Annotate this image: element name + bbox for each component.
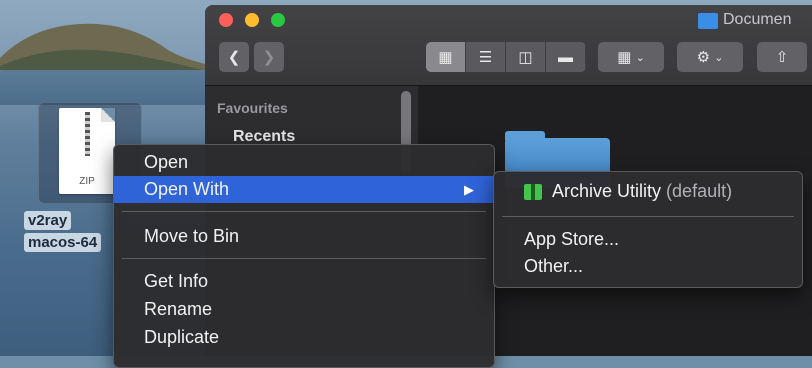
chevron-down-icon: ⌄ — [635, 51, 645, 64]
submenu-item-archive-utility[interactable]: Archive Utility (default) — [494, 178, 802, 205]
archive-utility-label: Archive Utility — [552, 181, 662, 201]
forward-button[interactable]: ❯ — [254, 42, 284, 72]
share-button[interactable]: ⇧ — [757, 42, 807, 72]
file-name-line2: macos-64 — [24, 233, 102, 252]
column-view-icon[interactable]: ◫ — [506, 42, 546, 72]
view-mode-control[interactable]: ▦ ☰ ◫ ▬ — [426, 42, 586, 72]
window-title: Documen — [723, 11, 792, 28]
gallery-view-icon[interactable]: ▬ — [546, 42, 586, 72]
archive-utility-icon — [524, 184, 542, 200]
menu-separator — [502, 216, 794, 217]
submenu-item-app-store[interactable]: App Store... — [494, 226, 802, 253]
grid-icon: ▦ — [617, 49, 632, 66]
list-view-icon[interactable]: ☰ — [466, 42, 506, 72]
chevron-left-icon: ❮ — [227, 49, 241, 66]
chevron-down-icon: ⌄ — [714, 51, 724, 64]
zipper-graphic — [85, 112, 90, 156]
menu-item-rename[interactable]: Rename — [114, 296, 494, 323]
share-icon: ⇧ — [775, 49, 789, 66]
chevron-right-icon: ❯ — [262, 49, 276, 66]
default-tag: (default) — [666, 181, 733, 201]
menu-item-duplicate[interactable]: Duplicate — [114, 324, 494, 351]
zip-badge: ZIP — [79, 176, 95, 187]
back-button[interactable]: ❮ — [219, 42, 249, 72]
folder-icon — [698, 13, 718, 29]
minimize-window-button[interactable] — [245, 13, 259, 27]
menu-item-move-to-bin[interactable]: Move to Bin — [114, 223, 494, 250]
action-button[interactable]: ⚙ ⌄ — [677, 42, 743, 72]
menu-item-open[interactable]: Open — [114, 149, 494, 176]
toolbar: Documen ❮ ❯ ▦ ☰ ◫ ▬ ▦ ⌄ ⚙ ⌄ ⇧ — [205, 5, 812, 86]
menu-separator — [122, 258, 486, 259]
zip-file-icon[interactable]: ZIP — [59, 108, 115, 194]
sidebar-section-title: Favourites — [217, 100, 288, 116]
close-window-button[interactable] — [219, 13, 233, 27]
wallpaper-water — [0, 70, 215, 105]
submenu-item-other[interactable]: Other... — [494, 253, 802, 280]
menu-item-open-with[interactable]: Open With ▶ — [114, 176, 494, 203]
icon-view-icon[interactable]: ▦ — [426, 42, 466, 72]
submenu-arrow-icon: ▶ — [464, 182, 474, 197]
group-by-button[interactable]: ▦ ⌄ — [598, 42, 664, 72]
menu-item-open-with-label: Open With — [144, 179, 230, 199]
gear-icon: ⚙ — [696, 49, 711, 66]
menu-item-get-info[interactable]: Get Info — [114, 268, 494, 295]
context-menu: Open Open With ▶ Move to Bin Get Info Re… — [113, 144, 495, 368]
open-with-submenu: Archive Utility (default) App Store... O… — [493, 171, 803, 288]
zoom-window-button[interactable] — [271, 13, 285, 27]
menu-separator — [122, 211, 486, 212]
file-name-line1: v2ray — [24, 211, 72, 230]
